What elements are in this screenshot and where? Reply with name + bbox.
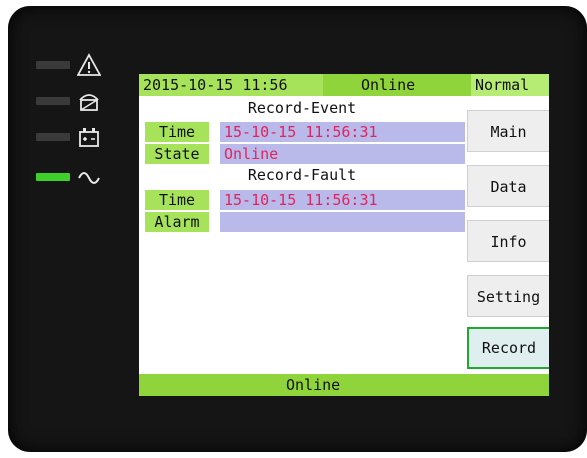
fault-time-label: Time: [145, 190, 209, 210]
lcd-screen: 2015-10-15 11:56 Online Normal Record-Ev…: [139, 74, 549, 396]
led-warning: [36, 61, 70, 69]
led-battery: [36, 133, 70, 141]
event-time-value: 15-10-15 11:56:31: [220, 122, 466, 142]
menu-main-button[interactable]: Main: [467, 110, 549, 152]
menu-setting-button[interactable]: Setting: [467, 275, 549, 317]
footer-status-bar: Online: [139, 374, 549, 396]
warning-triangle-icon: [76, 52, 102, 78]
record-fault-title: Record-Fault: [247, 166, 357, 184]
indicator-bypass: [36, 88, 102, 114]
mode-indicator: Normal: [471, 74, 549, 96]
fault-time-value: 15-10-15 11:56:31: [220, 190, 466, 210]
menu-record-button[interactable]: Record: [467, 327, 549, 369]
side-menu: Main Data Info Setting Record: [465, 96, 549, 374]
record-event-title: Record-Event: [247, 99, 357, 117]
event-state-label: State: [145, 144, 209, 164]
indicator-ac: [36, 164, 102, 190]
battery-icon: [76, 124, 102, 150]
led-ac: [36, 173, 70, 181]
indicator-warning: [36, 52, 102, 78]
fault-alarm-value: [220, 212, 466, 232]
bypass-icon: [76, 88, 102, 114]
record-panel: Record-Event Time 15-10-15 11:56:31 Stat…: [139, 96, 466, 374]
event-state-value: Online: [220, 144, 466, 164]
event-time-label: Time: [145, 122, 209, 142]
ups-panel: 2015-10-15 11:56 Online Normal Record-Ev…: [8, 6, 587, 452]
indicator-battery: [36, 124, 102, 150]
footer-status-text: Online: [286, 376, 341, 394]
online-status: Online: [361, 76, 416, 94]
menu-info-button[interactable]: Info: [467, 220, 549, 262]
fault-alarm-label: Alarm: [145, 212, 209, 232]
led-bypass: [36, 97, 70, 105]
ac-wave-icon: [76, 164, 102, 190]
menu-data-button[interactable]: Data: [467, 165, 549, 207]
status-bar: 2015-10-15 11:56 Online Normal: [139, 74, 549, 96]
datetime-display: 2015-10-15 11:56: [139, 74, 323, 96]
